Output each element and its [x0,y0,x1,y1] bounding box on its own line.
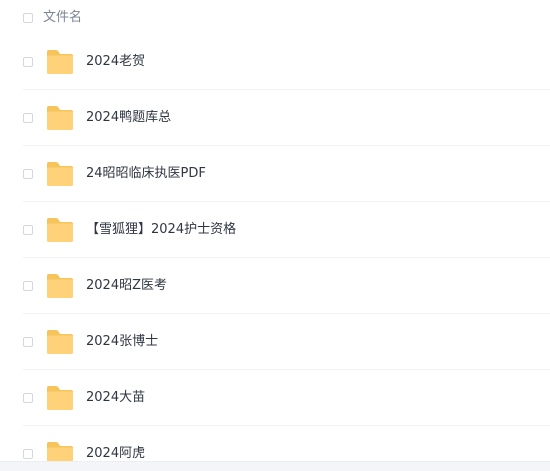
folder-icon [45,48,75,76]
row-checkbox[interactable] [23,393,33,403]
row-checkbox[interactable] [23,337,33,347]
folder-icon [45,272,75,300]
file-row[interactable]: 2024老贺 [0,34,550,90]
file-list: 文件名 2024老贺 2024鸭题库总 24昭昭临床执医PDF 【雪狐狸】2024护士… [0,0,550,471]
file-row[interactable]: 2024张博士 [0,314,550,370]
select-all-checkbox[interactable] [23,13,33,23]
row-checkbox[interactable] [23,57,33,67]
file-name-link[interactable]: 24昭昭临床执医PDF [86,165,206,183]
file-row[interactable]: 2024鸭题库总 [0,90,550,146]
row-checkbox[interactable] [23,169,33,179]
folder-icon [45,384,75,412]
file-name-link[interactable]: 2024张博士 [86,333,158,351]
file-name-link[interactable]: 【雪狐狸】2024护士资格 [86,221,236,239]
folder-icon [45,328,75,356]
folder-icon [45,104,75,132]
row-checkbox[interactable] [23,225,33,235]
row-checkbox[interactable] [23,113,33,123]
list-bottom-bar [0,461,550,471]
folder-icon [45,216,75,244]
file-row[interactable]: 24昭昭临床执医PDF [0,146,550,202]
file-name-link[interactable]: 2024老贺 [86,53,145,71]
column-header-filename[interactable]: 文件名 [43,10,82,26]
file-name-link[interactable]: 2024鸭题库总 [86,109,171,127]
folder-icon [45,160,75,188]
file-rows: 2024老贺 2024鸭题库总 24昭昭临床执医PDF 【雪狐狸】2024护士资格 20… [0,34,550,471]
file-name-link[interactable]: 2024大苗 [86,389,145,407]
row-checkbox[interactable] [23,449,33,459]
file-list-header: 文件名 [0,0,550,36]
row-checkbox[interactable] [23,281,33,291]
file-row[interactable]: 2024昭Z医考 [0,258,550,314]
file-name-link[interactable]: 2024昭Z医考 [86,277,167,295]
file-row[interactable]: 2024大苗 [0,370,550,426]
file-row[interactable]: 【雪狐狸】2024护士资格 [0,202,550,258]
